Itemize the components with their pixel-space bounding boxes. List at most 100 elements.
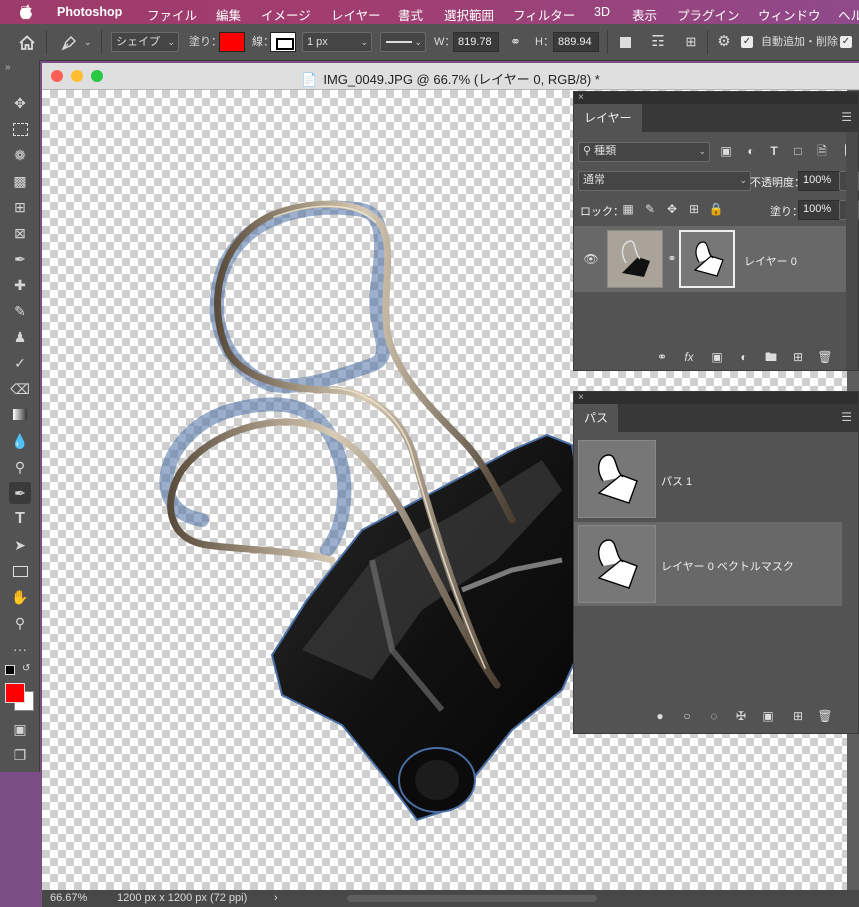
path-thumbnail[interactable] bbox=[578, 440, 656, 518]
zoom-tool-icon[interactable]: ⚲ bbox=[9, 612, 31, 634]
path-name[interactable]: レイヤー 0 ベクトルマスク bbox=[661, 558, 794, 574]
stroke-path-icon[interactable]: ○ bbox=[678, 707, 696, 725]
gear-icon[interactable]: ⚙ bbox=[713, 32, 735, 52]
path-alignment-icon[interactable]: ☶ bbox=[647, 32, 669, 52]
link-dimensions-icon[interactable]: ⚭ bbox=[510, 32, 521, 52]
rectangle-tool-icon[interactable] bbox=[9, 560, 31, 582]
history-brush-tool-icon[interactable]: ✓ bbox=[9, 352, 31, 374]
delete-layer-icon[interactable]: 🗑 bbox=[816, 348, 834, 366]
marquee-tool-icon[interactable] bbox=[9, 118, 31, 140]
status-menu-arrow[interactable]: › bbox=[274, 890, 278, 907]
healing-brush-tool-icon[interactable]: ✚ bbox=[9, 274, 31, 296]
crop-tool-icon[interactable]: ⊞ bbox=[9, 196, 31, 218]
menu-file[interactable]: ファイル bbox=[147, 5, 197, 24]
path-arrangement-icon[interactable]: ⊞ bbox=[680, 32, 702, 52]
opacity-field[interactable]: 100% bbox=[798, 171, 844, 191]
menu-filter[interactable]: フィルター bbox=[513, 5, 575, 24]
pen-tool-preset-icon[interactable] bbox=[60, 33, 80, 53]
tab-paths[interactable]: パス bbox=[574, 404, 619, 432]
menu-help[interactable]: ヘルプ bbox=[838, 5, 859, 24]
move-tool-icon[interactable]: ✥ bbox=[9, 92, 31, 114]
stroke-type-dropdown[interactable]: ⌄ bbox=[380, 32, 426, 52]
add-mask-icon[interactable]: ▣ bbox=[708, 348, 726, 366]
lock-position-icon[interactable]: ✥ bbox=[663, 200, 681, 218]
fill-field[interactable]: 100% bbox=[798, 200, 844, 220]
preset-chevron-icon[interactable]: ⌄ bbox=[84, 32, 92, 52]
filter-shape-icon[interactable]: □ bbox=[789, 142, 807, 160]
menu-3d[interactable]: 3D bbox=[594, 5, 610, 19]
menu-view[interactable]: 表示 bbox=[632, 5, 657, 24]
link-layers-icon[interactable]: ⚭ bbox=[653, 348, 671, 366]
lock-all-icon[interactable]: 🔒 bbox=[707, 200, 725, 218]
layer-name[interactable]: レイヤー 0 bbox=[744, 253, 797, 269]
fill-color-swatch[interactable] bbox=[219, 32, 245, 52]
path-operations-icon[interactable] bbox=[620, 37, 631, 48]
default-colors-icon[interactable] bbox=[5, 665, 15, 675]
path-name[interactable]: パス 1 bbox=[661, 473, 692, 489]
path-row[interactable]: パス 1 bbox=[574, 438, 842, 520]
swap-colors-icon[interactable]: ↺ bbox=[22, 663, 30, 674]
layer-row[interactable]: 👁 ⚭ レイヤー 0 bbox=[574, 226, 846, 292]
blend-mode-dropdown[interactable]: 通常 ⌄ bbox=[578, 171, 751, 191]
width-field[interactable]: 819.78 bbox=[453, 32, 499, 52]
height-field[interactable]: 889.94 bbox=[553, 32, 599, 52]
lasso-tool-icon[interactable]: ❁ bbox=[9, 144, 31, 166]
path-thumbnail[interactable] bbox=[578, 525, 656, 603]
panel-menu-icon[interactable]: ☰ bbox=[841, 410, 852, 424]
menu-app-name[interactable]: Photoshop bbox=[57, 5, 122, 19]
load-selection-icon[interactable]: ◌ bbox=[705, 707, 723, 725]
vector-mask-thumbnail[interactable] bbox=[679, 230, 735, 288]
panel-menu-icon[interactable]: ☰ bbox=[841, 110, 852, 124]
pen-tool-icon[interactable]: ✒ bbox=[9, 482, 31, 504]
screen-mode-icon[interactable]: ❐ bbox=[9, 744, 31, 766]
new-group-icon[interactable]: 🖿 bbox=[762, 348, 780, 366]
horizontal-scrollbar[interactable] bbox=[347, 895, 597, 902]
eyedropper-tool-icon[interactable]: ✒ bbox=[9, 248, 31, 270]
filter-pixel-icon[interactable]: ▣ bbox=[717, 142, 735, 160]
eye-icon[interactable]: 👁 bbox=[582, 250, 600, 268]
hand-tool-icon[interactable]: ✋ bbox=[9, 586, 31, 608]
brush-tool-icon[interactable]: ✎ bbox=[9, 300, 31, 322]
lock-artboard-icon[interactable]: ⊞ bbox=[685, 200, 703, 218]
menu-window[interactable]: ウィンドウ bbox=[758, 5, 821, 24]
object-selection-tool-icon[interactable]: ▩ bbox=[9, 170, 31, 192]
align-edges-checkbox[interactable]: ✓ bbox=[840, 36, 852, 48]
filter-type-icon[interactable]: T bbox=[765, 142, 783, 160]
layer-thumbnail[interactable] bbox=[607, 230, 663, 288]
delete-path-icon[interactable]: 🗑 bbox=[816, 707, 834, 725]
dodge-tool-icon[interactable]: ⚲ bbox=[9, 456, 31, 478]
new-layer-icon[interactable]: ⊞ bbox=[789, 348, 807, 366]
stroke-color-swatch[interactable] bbox=[270, 32, 296, 52]
gradient-tool-icon[interactable] bbox=[9, 404, 31, 426]
path-row[interactable]: レイヤー 0 ベクトルマスク bbox=[574, 522, 842, 606]
tool-mode-dropdown[interactable]: シェイプ ⌄ bbox=[111, 32, 179, 52]
path-selection-tool-icon[interactable]: ➤ bbox=[9, 534, 31, 556]
menu-type[interactable]: 書式 bbox=[398, 5, 423, 24]
make-work-path-icon[interactable]: ✠ bbox=[732, 707, 750, 725]
filter-smart-object-icon[interactable]: 🗎 bbox=[813, 142, 831, 160]
lock-transparency-icon[interactable]: ▦ bbox=[619, 200, 637, 218]
layer-filter-dropdown[interactable]: ⚲ 種類 ⌄ bbox=[578, 142, 710, 162]
close-panel-icon[interactable]: × bbox=[578, 392, 584, 404]
menu-image[interactable]: イメージ bbox=[261, 5, 311, 24]
eraser-tool-icon[interactable]: ⌫ bbox=[9, 378, 31, 400]
clone-stamp-tool-icon[interactable]: ♟ bbox=[9, 326, 31, 348]
panel-collapse-icon[interactable]: » bbox=[5, 62, 11, 73]
layer-style-icon[interactable]: fx bbox=[680, 348, 698, 366]
new-path-icon[interactable]: ⊞ bbox=[789, 707, 807, 725]
filter-adjustment-icon[interactable]: ◐ bbox=[742, 142, 760, 160]
blur-tool-icon[interactable]: 💧 bbox=[9, 430, 31, 452]
lock-image-icon[interactable]: ✎ bbox=[641, 200, 659, 218]
auto-add-delete-checkbox[interactable]: ✓ bbox=[741, 36, 753, 48]
menu-edit[interactable]: 編集 bbox=[216, 5, 241, 24]
tab-layers[interactable]: レイヤー bbox=[574, 104, 642, 132]
adjustment-layer-icon[interactable]: ◐ bbox=[735, 348, 753, 366]
fill-path-icon[interactable]: ● bbox=[651, 707, 669, 725]
stroke-width-field[interactable]: 1 px ⌄ bbox=[302, 32, 372, 52]
menu-layer[interactable]: レイヤー bbox=[331, 5, 381, 24]
menu-select[interactable]: 選択範囲 bbox=[444, 5, 494, 24]
home-icon[interactable] bbox=[18, 33, 36, 53]
zoom-level[interactable]: 66.67% bbox=[50, 890, 87, 907]
frame-tool-icon[interactable]: ⊠ bbox=[9, 222, 31, 244]
foreground-color-swatch[interactable] bbox=[5, 683, 25, 703]
